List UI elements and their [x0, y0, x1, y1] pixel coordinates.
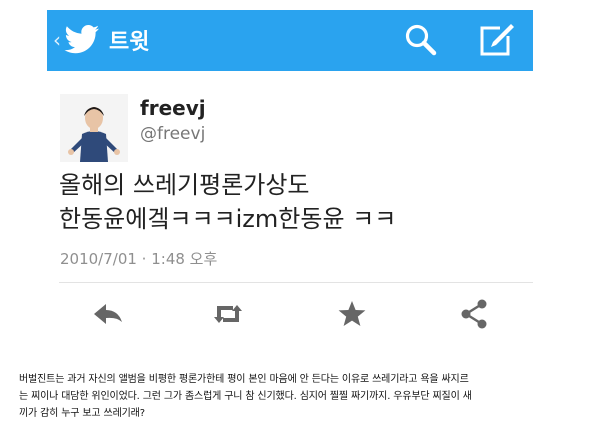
tweet-screen: ‹ 트윗 freevj @freevj 올해의 쓰레기평론가상도 한동윤에겤ㅋㅋ…: [47, 10, 533, 354]
compose-icon[interactable]: [478, 22, 514, 58]
avatar-photo: [60, 94, 128, 162]
tweet-text-line: 올해의 쓰레기평론가상도: [59, 171, 310, 199]
caption-paragraph: 버벌진트는 과거 자신의 앨범을 비평한 평론가한테 평이 본인 마음에 안 든…: [19, 371, 565, 422]
screen-title: 트윗: [109, 30, 150, 55]
tweet-text: 올해의 쓰레기평론가상도 한동윤에겤ㅋㅋㅋizm한동윤 ㅋㅋ: [59, 168, 529, 236]
display-name[interactable]: freevj: [140, 96, 206, 120]
twitter-bird-icon: [64, 25, 100, 54]
reply-icon[interactable]: [91, 297, 125, 331]
divider: [59, 282, 533, 283]
search-icon[interactable]: [403, 22, 439, 58]
user-handle[interactable]: @freevj: [140, 124, 205, 144]
star-icon[interactable]: [335, 297, 369, 331]
caption-line: 버벌진트는 과거 자신의 앨범을 비평한 평론가한테 평이 본인 마음에 안 든…: [19, 374, 469, 385]
action-bar: ‹ 트윗: [47, 10, 533, 71]
tweet-timestamp: 2010/7/01 · 1:48 오후: [60, 250, 218, 268]
chevron-left-icon: ‹: [53, 28, 61, 52]
avatar[interactable]: [60, 94, 128, 162]
back-button[interactable]: ‹ 트윗: [53, 18, 149, 62]
tweet-text-line: 한동윤에겤ㅋㅋㅋizm한동윤 ㅋㅋ: [59, 205, 397, 233]
caption-line: 는 찌이나 대담한 위인이었다. 그런 그가 좀스럽게 구니 참 신기했다. 심…: [19, 391, 472, 402]
caption-line: 끼가 감히 누구 보고 쓰레기래?: [19, 408, 145, 419]
share-icon[interactable]: [457, 297, 491, 331]
retweet-icon[interactable]: [211, 297, 245, 331]
